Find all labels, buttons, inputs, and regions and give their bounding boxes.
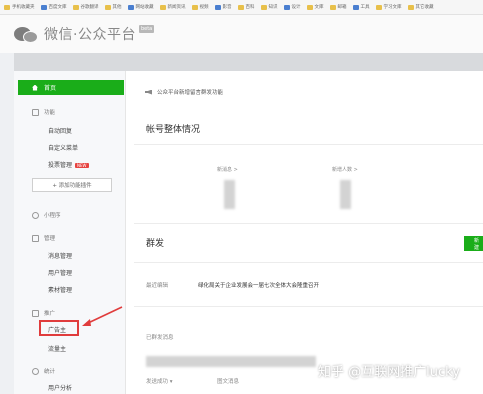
watermark: 知乎 @互联网推广lucky [318, 365, 460, 380]
sent-message-row [146, 356, 316, 367]
new-followers-value [340, 180, 351, 209]
stats-icon [32, 367, 39, 375]
divider [134, 223, 483, 224]
main-panel [126, 71, 483, 394]
new-followers-link[interactable]: 新增人数 > [332, 166, 358, 173]
sidebar-section-stats: 统计 [32, 367, 55, 375]
section-title-stats: 统计 [44, 369, 56, 375]
sidebar-item-user-analysis[interactable]: 用户分析 [48, 383, 72, 392]
speaker-icon [145, 89, 152, 95]
message-type-label: 图文消息 [217, 379, 240, 385]
new-messages-value [224, 180, 235, 209]
divider [134, 144, 483, 145]
recent-edit-label: 最近编辑 [146, 283, 169, 289]
account-overview-title: 帐号整体情况 [146, 125, 201, 135]
notice-text: 公众平台新增留言群发功能 [157, 90, 224, 96]
sent-messages-label: 已群发消息 [146, 335, 174, 341]
divider [134, 306, 483, 307]
send-status-filter[interactable]: 发送成功 ▾ [146, 377, 173, 385]
new-messages-link[interactable]: 新消息 > [217, 166, 238, 173]
divider [134, 262, 483, 263]
mass-send-title: 群发 [146, 239, 165, 249]
recent-edit-link[interactable]: 绿化局关于企业发展会一届七次全体大会隆重召开 [198, 281, 319, 289]
new-mass-button[interactable]: 新建 [464, 236, 483, 251]
notice-bar[interactable]: 公众平台新增留言群发功能 [145, 88, 223, 96]
